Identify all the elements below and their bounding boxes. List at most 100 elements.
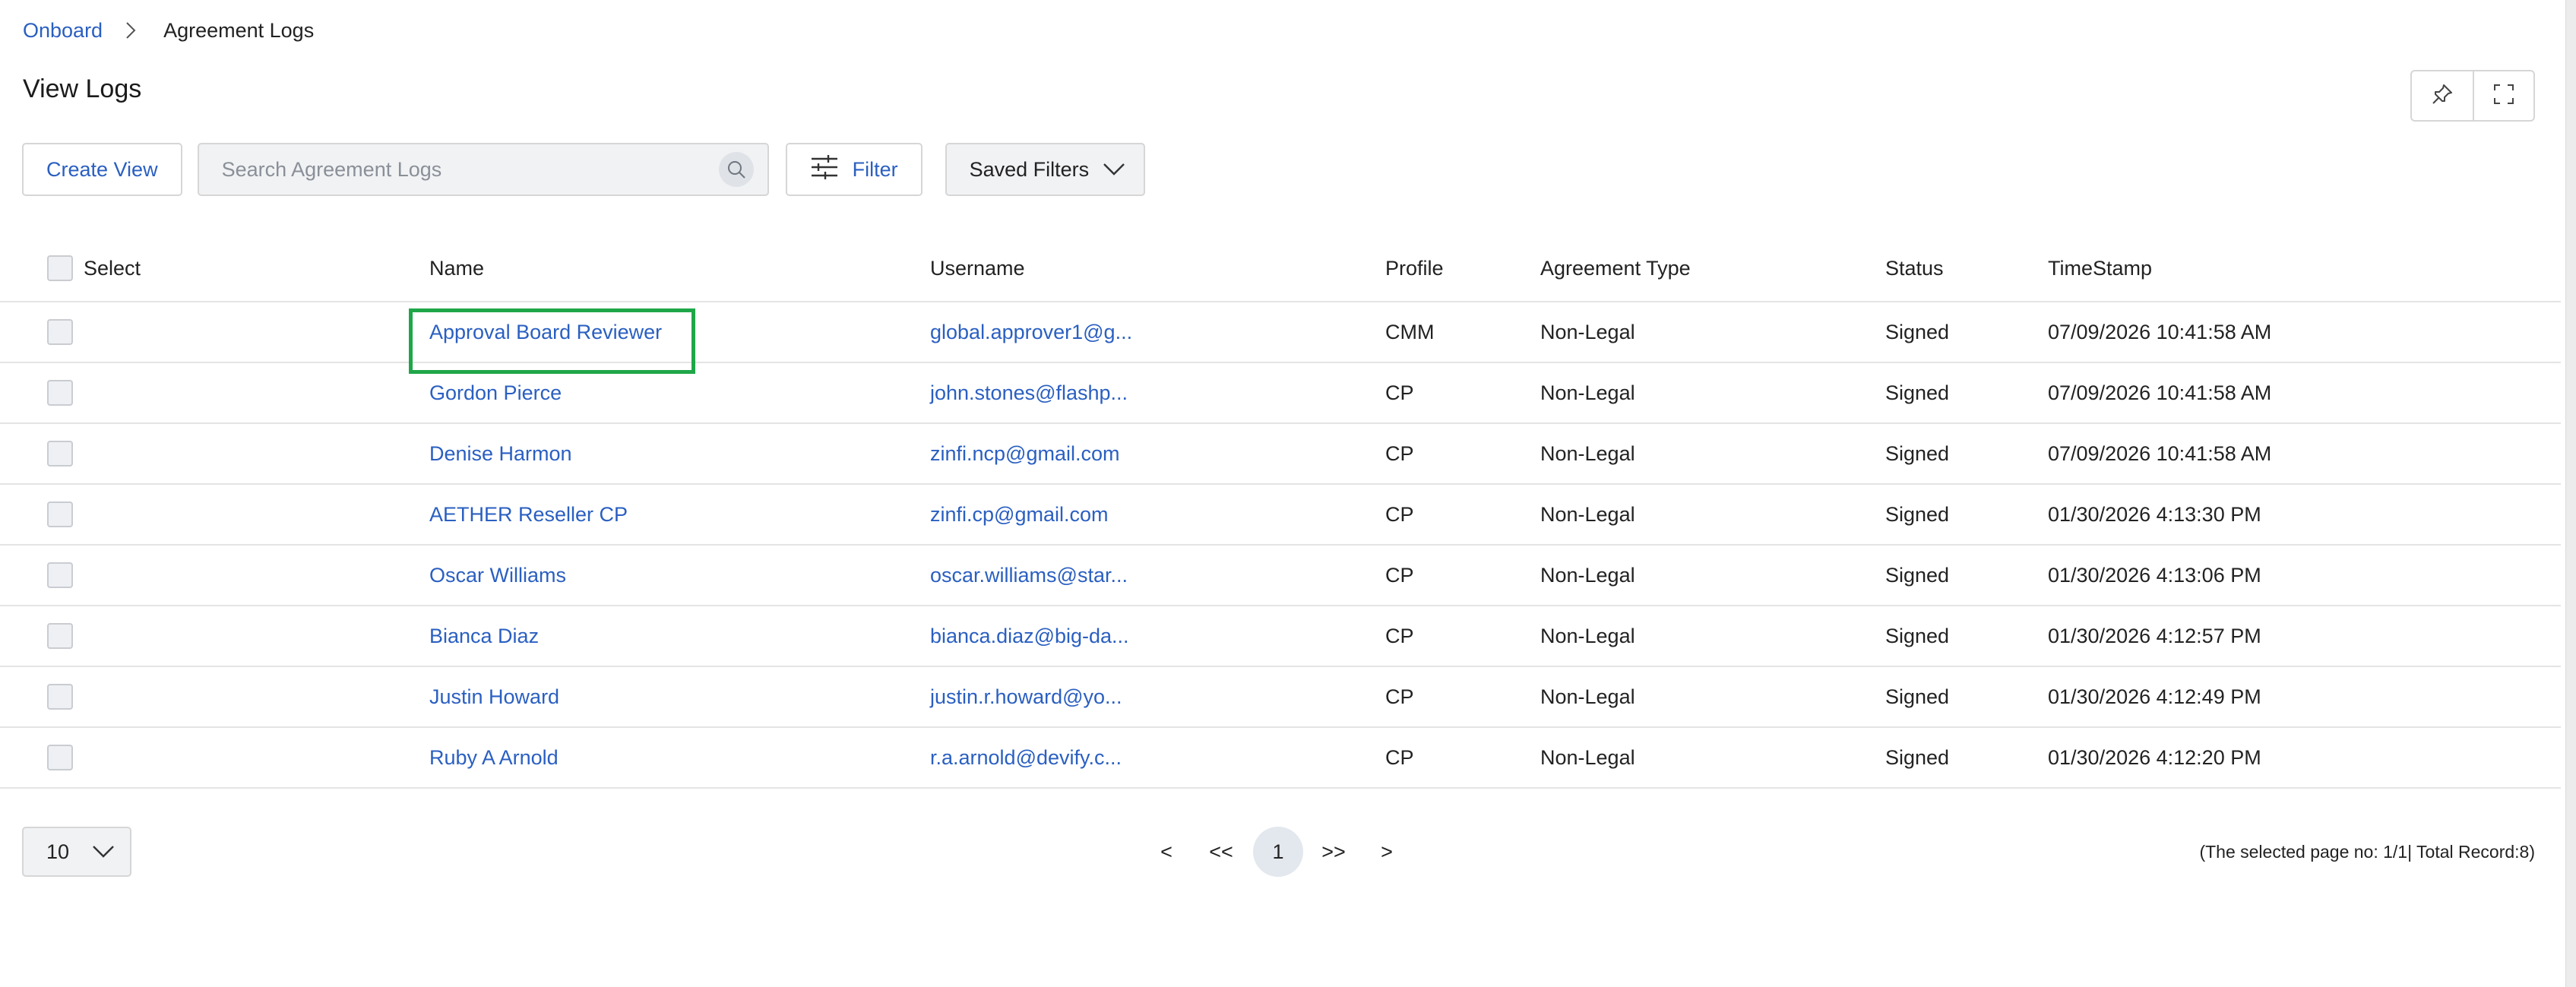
- row-timestamp: 01/30/2026 4:13:30 PM: [2048, 502, 2261, 526]
- last-page-button[interactable]: >>: [1303, 827, 1364, 877]
- view-tools: [2410, 70, 2535, 122]
- column-header-username[interactable]: Username: [930, 236, 1025, 301]
- chevron-down-icon: [1089, 158, 1125, 182]
- table-row: AETHER Reseller CP zinfi.cp@gmail.com CP…: [0, 485, 2561, 546]
- vertical-scrollbar[interactable]: [2565, 0, 2576, 987]
- row-timestamp: 07/09/2026 10:41:58 AM: [2048, 441, 2272, 465]
- row-name-link[interactable]: Denise Harmon: [429, 424, 572, 483]
- row-status: Signed: [1885, 685, 1950, 708]
- create-view-button[interactable]: Create View: [22, 143, 182, 196]
- saved-filters-label: Saved Filters: [969, 157, 1090, 181]
- breadcrumb-link-onboard[interactable]: Onboard: [23, 19, 103, 43]
- row-name-link[interactable]: Oscar Williams: [429, 546, 566, 605]
- first-page-button[interactable]: <<: [1189, 827, 1253, 877]
- row-checkbox[interactable]: [47, 319, 73, 345]
- row-username-link[interactable]: bianca.diaz@big-da...: [930, 606, 1129, 666]
- row-checkbox[interactable]: [47, 623, 73, 649]
- row-username-link[interactable]: oscar.williams@star...: [930, 546, 1128, 605]
- row-profile: CP: [1385, 624, 1414, 647]
- column-header-status[interactable]: Status: [1885, 236, 1944, 301]
- row-profile: CP: [1385, 441, 1414, 465]
- filter-label: Filter: [852, 157, 898, 181]
- column-header-agreement-type[interactable]: Agreement Type: [1540, 236, 1691, 301]
- row-checkbox[interactable]: [47, 684, 73, 710]
- row-timestamp: 01/30/2026 4:12:57 PM: [2048, 624, 2261, 647]
- row-select-cell: [47, 606, 73, 666]
- table-row: Oscar Williams oscar.williams@star... CP…: [0, 546, 2561, 606]
- column-header-timestamp[interactable]: TimeStamp: [2048, 236, 2152, 301]
- row-select-cell: [47, 728, 73, 787]
- next-page-button[interactable]: >: [1364, 827, 1410, 877]
- column-header-profile[interactable]: Profile: [1385, 236, 1444, 301]
- row-profile: CP: [1385, 563, 1414, 587]
- row-status: Signed: [1885, 441, 1950, 465]
- row-select-cell: [47, 485, 73, 544]
- row-name-link[interactable]: Gordon Pierce: [429, 363, 562, 422]
- row-select-cell: [47, 546, 73, 605]
- row-name-link[interactable]: Ruby A Arnold: [429, 728, 559, 787]
- column-header-name[interactable]: Name: [429, 236, 484, 301]
- search-icon[interactable]: [718, 152, 754, 187]
- row-select-cell: [47, 302, 73, 362]
- table-header-row: Select Name Username Profile Agreement T…: [0, 236, 2561, 302]
- row-username-link[interactable]: r.a.arnold@devify.c...: [930, 728, 1122, 787]
- search-input[interactable]: [221, 157, 719, 182]
- sliders-icon: [810, 154, 853, 185]
- row-profile: CP: [1385, 685, 1414, 708]
- row-agreement-type: Non-Legal: [1540, 441, 1635, 465]
- row-username-link[interactable]: global.approver1@g...: [930, 302, 1132, 362]
- search-box: [197, 143, 769, 196]
- row-name-link[interactable]: Justin Howard: [429, 667, 559, 726]
- row-select-cell: [47, 667, 73, 726]
- row-profile: CP: [1385, 745, 1414, 769]
- row-username-link[interactable]: zinfi.cp@gmail.com: [930, 485, 1108, 544]
- row-checkbox[interactable]: [47, 562, 73, 588]
- pin-icon: [2431, 83, 2454, 109]
- row-profile: CP: [1385, 502, 1414, 526]
- row-username-link[interactable]: justin.r.howard@yo...: [930, 667, 1122, 726]
- row-username-link[interactable]: zinfi.ncp@gmail.com: [930, 424, 1120, 483]
- filter-button[interactable]: Filter: [785, 143, 922, 196]
- fullscreen-icon: [2492, 83, 2515, 109]
- row-timestamp: 07/09/2026 10:41:58 AM: [2048, 320, 2272, 343]
- row-name-link[interactable]: Approval Board Reviewer: [429, 302, 662, 362]
- breadcrumb: Onboard Agreement Logs: [23, 17, 314, 44]
- select-all-checkbox[interactable]: [47, 255, 73, 281]
- row-checkbox[interactable]: [47, 745, 73, 770]
- table-row: Justin Howard justin.r.howard@yo... CP N…: [0, 667, 2561, 728]
- row-agreement-type: Non-Legal: [1540, 685, 1635, 708]
- previous-page-button[interactable]: <: [1144, 827, 1189, 877]
- fullscreen-button[interactable]: [2473, 71, 2533, 120]
- row-status: Signed: [1885, 563, 1950, 587]
- chevron-right-icon: [125, 22, 142, 39]
- row-status: Signed: [1885, 320, 1950, 343]
- row-status: Signed: [1885, 745, 1950, 769]
- row-name-link[interactable]: AETHER Reseller CP: [429, 485, 628, 544]
- toolbar: Create View Filter Saved Filters: [22, 143, 1146, 196]
- row-timestamp: 01/30/2026 4:13:06 PM: [2048, 563, 2261, 587]
- table-row: Approval Board Reviewer global.approver1…: [0, 302, 2561, 374]
- row-checkbox[interactable]: [47, 380, 73, 406]
- page-size-select[interactable]: 10: [22, 827, 131, 877]
- row-timestamp: 01/30/2026 4:12:20 PM: [2048, 745, 2261, 769]
- column-header-select: Select: [84, 256, 141, 280]
- row-profile: CP: [1385, 381, 1414, 404]
- table-row: Denise Harmon zinfi.ncp@gmail.com CP Non…: [0, 424, 2561, 485]
- saved-filters-dropdown[interactable]: Saved Filters: [945, 143, 1146, 196]
- pin-button[interactable]: [2412, 71, 2473, 120]
- page-title: View Logs: [23, 74, 142, 103]
- row-status: Signed: [1885, 502, 1950, 526]
- page-info: (The selected page no: 1/1| Total Record…: [2199, 841, 2535, 862]
- row-name-link[interactable]: Bianca Diaz: [429, 606, 539, 666]
- current-page-button[interactable]: 1: [1253, 827, 1303, 877]
- row-select-cell: [47, 363, 73, 422]
- table-row: Gordon Pierce john.stones@flashp... CP N…: [0, 363, 2561, 424]
- row-status: Signed: [1885, 381, 1950, 404]
- agreement-logs-table: Select Name Username Profile Agreement T…: [0, 236, 2561, 789]
- row-timestamp: 07/09/2026 10:41:58 AM: [2048, 381, 2272, 404]
- row-checkbox[interactable]: [47, 441, 73, 467]
- row-username-link[interactable]: john.stones@flashp...: [930, 363, 1128, 422]
- row-checkbox[interactable]: [47, 501, 73, 527]
- chevron-down-icon: [92, 840, 115, 864]
- row-agreement-type: Non-Legal: [1540, 624, 1635, 647]
